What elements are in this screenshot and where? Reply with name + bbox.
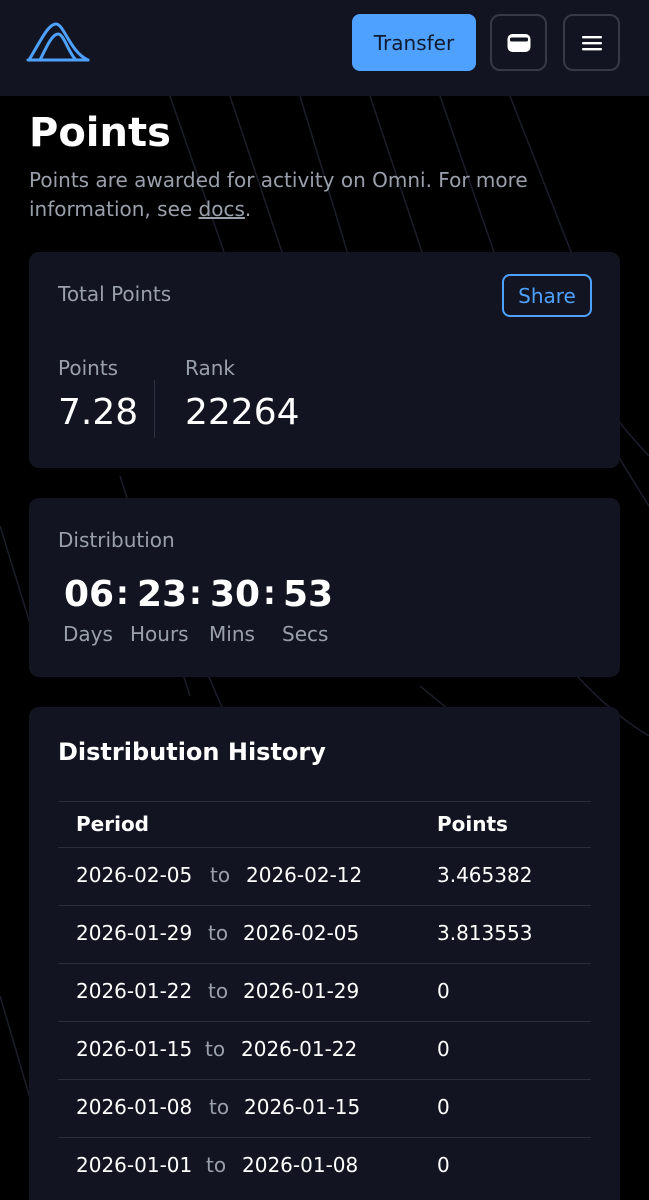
period-to: to: [206, 1153, 227, 1177]
period-start: 2026-02-05: [76, 863, 193, 887]
countdown-separator: :: [189, 574, 202, 612]
period-start: 2026-01-29: [76, 921, 193, 945]
total-points-label: Total Points: [58, 282, 172, 306]
period-to: to: [205, 1037, 226, 1061]
countdown-separator: :: [116, 574, 129, 612]
period-start: 2026-01-15: [76, 1037, 193, 1061]
subtitle-text: Points are awarded for activity on Omni.…: [29, 168, 528, 221]
docs-link[interactable]: docs: [199, 197, 245, 221]
countdown-days: 06: [64, 574, 115, 615]
period-end: 2026-01-08: [242, 1153, 359, 1177]
period-start: 2026-01-08: [76, 1095, 193, 1119]
countdown-secs-label: Secs: [282, 622, 329, 646]
page-title: Points: [29, 110, 171, 156]
countdown-hours: 23: [137, 574, 188, 615]
period-points: 0: [437, 1037, 450, 1061]
transfer-button[interactable]: Transfer: [352, 14, 476, 71]
table-row: 2026-01-01 to 2026-01-08 0: [58, 1137, 591, 1195]
distribution-card: Distribution 06 : 23 : 30 : 53 Days Hour…: [29, 498, 620, 677]
menu-icon: [581, 35, 602, 50]
period-points: 0: [437, 979, 450, 1003]
period-points: 0: [437, 1153, 450, 1177]
period-to: to: [210, 863, 231, 887]
wallet-button[interactable]: [490, 14, 547, 71]
table-header-row: Period Points: [58, 801, 591, 847]
history-table: Period Points 2026-02-05 to 2026-02-12 3…: [58, 801, 591, 1195]
period-to: to: [208, 979, 229, 1003]
stat-divider: [154, 380, 155, 438]
countdown-separator: :: [263, 574, 276, 612]
countdown-hours-label: Hours: [130, 622, 189, 646]
subtitle-end: .: [244, 197, 252, 221]
menu-button[interactable]: [563, 14, 620, 71]
countdown-mins: 30: [210, 574, 261, 615]
share-button[interactable]: Share: [502, 274, 592, 317]
distribution-label: Distribution: [58, 528, 175, 552]
table-row: 2026-01-29 to 2026-02-05 3.813553: [58, 905, 591, 963]
period-end: 2026-02-12: [246, 863, 363, 887]
column-header-points: Points: [437, 812, 508, 836]
period-to: to: [208, 921, 229, 945]
logo-icon[interactable]: [26, 20, 90, 64]
top-bar: Transfer: [0, 0, 649, 96]
table-row: 2026-01-15 to 2026-01-22 0: [58, 1021, 591, 1079]
rank-label: Rank: [185, 356, 235, 380]
period-points: 3.813553: [437, 921, 533, 945]
period-start: 2026-01-22: [76, 979, 193, 1003]
period-to: to: [209, 1095, 230, 1119]
table-row: 2026-02-05 to 2026-02-12 3.465382: [58, 847, 591, 905]
period-end: 2026-01-22: [241, 1037, 358, 1061]
period-end: 2026-02-05: [243, 921, 360, 945]
points-value: 7.28: [58, 392, 139, 433]
countdown-secs: 53: [283, 574, 334, 615]
page-subtitle: Points are awarded for activity on Omni.…: [29, 166, 619, 224]
table-row: 2026-01-08 to 2026-01-15 0: [58, 1079, 591, 1137]
period-end: 2026-01-15: [244, 1095, 361, 1119]
wallet-icon: [507, 33, 530, 52]
period-points: 0: [437, 1095, 450, 1119]
period-end: 2026-01-29: [243, 979, 360, 1003]
period-start: 2026-01-01: [76, 1153, 193, 1177]
table-row: 2026-01-22 to 2026-01-29 0: [58, 963, 591, 1021]
total-points-card: Total Points Share Points 7.28 Rank 2226…: [29, 252, 620, 468]
period-points: 3.465382: [437, 863, 533, 887]
column-header-period: Period: [76, 812, 149, 836]
countdown-days-label: Days: [63, 622, 113, 646]
history-title: Distribution History: [58, 738, 326, 766]
points-label: Points: [58, 356, 119, 380]
countdown-mins-label: Mins: [209, 622, 255, 646]
distribution-history-card: Distribution History Period Points 2026-…: [29, 707, 620, 1200]
rank-value: 22264: [185, 392, 300, 433]
